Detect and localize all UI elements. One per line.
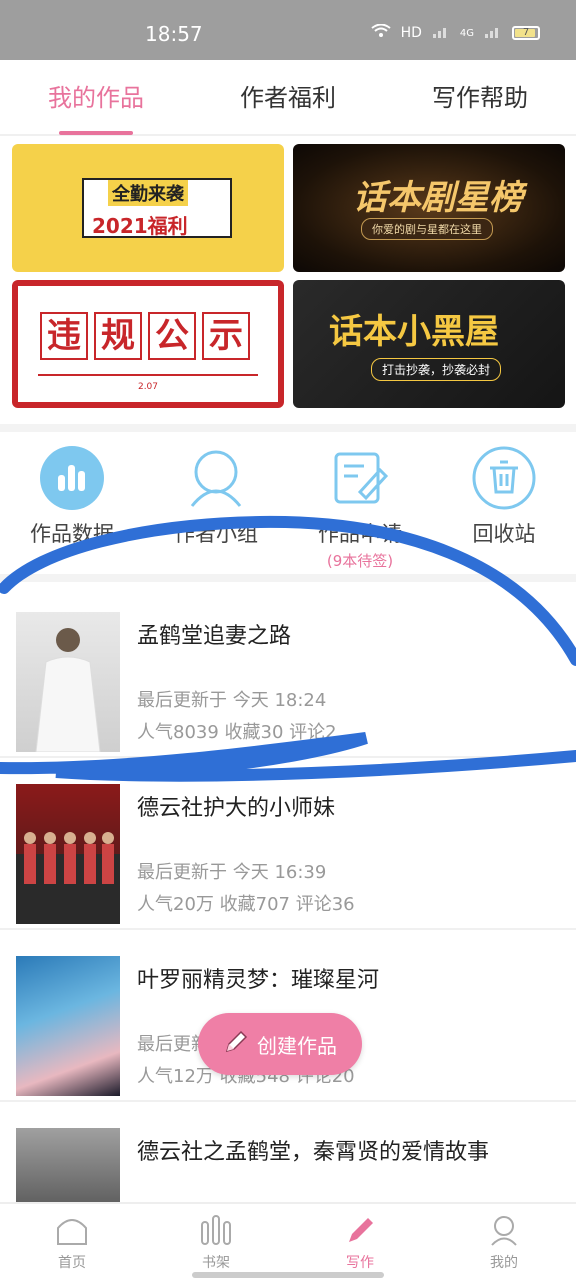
banner-star-ranking-title: 话本剧星榜: [353, 178, 523, 218]
signal-icon-2: [484, 24, 502, 42]
action-works-data-label: 作品数据: [30, 522, 114, 546]
nav-home-label: 首页: [58, 1255, 86, 1271]
home-indicator: [192, 1272, 384, 1278]
banner-star-ranking-subtitle: 你爱的剧与星都在这里: [361, 218, 493, 240]
nav-home[interactable]: 首页: [22, 1204, 122, 1280]
pencil-icon: [223, 1029, 249, 1060]
status-icons: HD 4G 7: [370, 23, 540, 42]
status-bar: 18:57 HD 4G 7: [0, 0, 576, 60]
top-tabs: 我的作品 作者福利 写作帮助: [0, 60, 576, 136]
banner-violation-divider: [38, 374, 258, 376]
banner-star-ranking[interactable]: 话本剧星榜 你爱的剧与星都在这里: [293, 144, 565, 272]
signal-icon: [432, 24, 450, 42]
work-title: 德云社之孟鹤堂，秦霄贤的爱情故事: [137, 1140, 490, 1165]
trash-icon: [472, 446, 536, 510]
edit-document-icon: [328, 446, 392, 510]
section-divider: [0, 424, 576, 432]
bottom-nav: 首页 书架 写作 我的: [0, 1202, 576, 1280]
write-pen-icon: [343, 1218, 377, 1250]
nav-bookshelf-label: 书架: [202, 1255, 230, 1271]
banner-grid: 全勤来袭 2021福利 话本剧星榜 你爱的剧与星都在这里 违 规 公 示 2.0…: [12, 144, 565, 410]
home-icon: [55, 1219, 89, 1250]
nav-write-label: 写作: [346, 1255, 374, 1271]
create-work-button[interactable]: 创建作品: [198, 1013, 362, 1075]
work-updated: 最后更新于 今天 16:39: [137, 862, 327, 883]
work-cover: [16, 612, 120, 752]
status-time: 18:57: [145, 22, 203, 46]
action-work-application[interactable]: 作品申请 (9本待签): [295, 436, 425, 572]
banner-violation-panel: 违 规 公 示 2.07: [18, 286, 278, 402]
banner-violation-char: 规: [94, 312, 142, 360]
banner-violation-date: 2.07: [137, 382, 159, 392]
work-cover: [16, 956, 120, 1096]
works-list: 孟鹤堂追妻之路 最后更新于 今天 18:24 人气8039 收藏30 评论2 德…: [0, 586, 576, 1274]
bar-chart-icon: [40, 446, 104, 510]
work-title: 德云社护大的小师妹: [137, 796, 336, 821]
nav-mine[interactable]: 我的: [454, 1204, 554, 1280]
pending-sign-count: (9本待签): [326, 552, 394, 570]
signal-4g-label: 4G: [459, 27, 474, 39]
banner-violation-char: 公: [148, 312, 196, 360]
work-stats: 人气20万 收藏707 评论36: [137, 894, 355, 915]
action-row: 作品数据 作者小组 作品申请 (9本待签) 回收站: [0, 436, 576, 572]
banner-attendance-line1: 全勤来袭: [108, 180, 188, 206]
section-divider: [0, 574, 576, 582]
action-works-data[interactable]: 作品数据: [7, 436, 137, 572]
bookshelf-icon: [199, 1215, 233, 1250]
banner-blacklist-subtitle: 打击抄袭，抄袭必封: [371, 358, 502, 381]
nav-write[interactable]: 写作: [310, 1204, 410, 1280]
tab-author-benefits[interactable]: 作者福利: [240, 78, 336, 117]
network-label: HD: [400, 25, 422, 41]
banner-attendance-line2: 2021福利: [92, 214, 188, 238]
nav-mine-label: 我的: [490, 1255, 518, 1271]
work-title: 叶罗丽精灵梦：璀璨星河: [137, 968, 380, 993]
action-author-group-label: 作者小组: [174, 522, 258, 546]
tab-my-works[interactable]: 我的作品: [48, 78, 144, 117]
banner-violation-char: 示: [202, 312, 250, 360]
battery-level: 7: [522, 27, 530, 38]
list-item[interactable]: 孟鹤堂追妻之路 最后更新于 今天 18:24 人气8039 收藏30 评论2: [0, 586, 576, 758]
profile-icon: [487, 1216, 521, 1250]
create-work-label: 创建作品: [257, 1033, 337, 1058]
wifi-icon: [370, 23, 391, 42]
work-updated: 最后更新于 今天 18:24: [137, 690, 327, 711]
tab-writing-help[interactable]: 写作帮助: [432, 78, 528, 117]
banner-attendance-bonus[interactable]: 全勤来袭 2021福利: [12, 144, 284, 272]
banner-violation-notice[interactable]: 违 规 公 示 2.07: [12, 280, 284, 408]
work-title: 孟鹤堂追妻之路: [137, 624, 292, 649]
banner-blacklist-title: 话本小黑屋: [329, 312, 499, 352]
nav-bookshelf[interactable]: 书架: [166, 1204, 266, 1280]
group-icon: [184, 446, 248, 510]
action-recycle-bin[interactable]: 回收站: [439, 436, 569, 572]
action-recycle-bin-label: 回收站: [472, 522, 536, 546]
banner-violation-title: 违 规 公 示: [40, 312, 250, 360]
battery-icon: 7: [512, 26, 540, 40]
work-stats: 人气8039 收藏30 评论2: [137, 722, 337, 743]
action-author-group[interactable]: 作者小组: [151, 436, 281, 572]
work-cover: [16, 784, 120, 924]
action-work-application-label: 作品申请: [318, 522, 402, 546]
list-item[interactable]: 德云社护大的小师妹 最后更新于 今天 16:39 人气20万 收藏707 评论3…: [0, 758, 576, 930]
banner-blacklist[interactable]: 话本小黑屋 打击抄袭，抄袭必封: [293, 280, 565, 408]
banner-violation-char: 违: [40, 312, 88, 360]
